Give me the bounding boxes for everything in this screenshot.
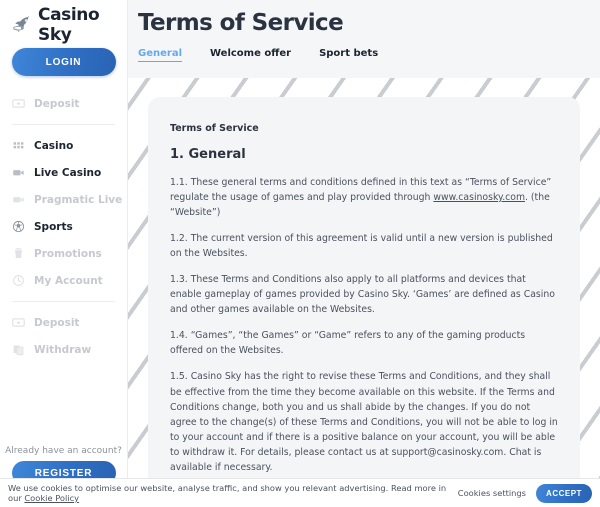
accept-cookies-button[interactable]: ACCEPT (536, 483, 592, 503)
sidebar-item-label: Deposit (34, 97, 80, 110)
cookies-settings-button[interactable]: Cookies settings (458, 488, 526, 498)
tab-general[interactable]: General (138, 48, 182, 62)
sidebar-item-pragmatic-live[interactable]: Pragmatic Live (0, 186, 127, 213)
terms-content-card: Terms of Service 1. General 1.1. These g… (148, 97, 580, 507)
sidebar-item-label: Withdraw (34, 343, 92, 356)
card-icon (12, 97, 25, 110)
sidebar-item-withdraw[interactable]: Withdraw (0, 336, 127, 363)
sidebar-item-deposit-bottom[interactable]: Deposit (0, 309, 127, 336)
sidebar: Casino Sky LOGIN Deposit Casino Live Cas… (0, 0, 128, 507)
clause-1-3: 1.3. These Terms and Conditions also app… (170, 274, 555, 316)
rocket-icon (13, 15, 30, 32)
clause-1-2: 1.2. The current version of this agreeme… (170, 233, 553, 260)
sidebar-item-label: My Account (34, 274, 103, 287)
casinosky-link[interactable]: www.casinosky.com (433, 192, 525, 203)
sidebar-item-deposit-top[interactable]: Deposit (0, 90, 127, 117)
sidebar-divider-2 (12, 301, 115, 302)
sidebar-item-label: Live Casino (34, 166, 102, 179)
sidebar-item-live-casino[interactable]: Live Casino (0, 159, 127, 186)
sidebar-divider-1 (12, 124, 115, 125)
content-kicker: Terms of Service (170, 123, 259, 134)
brand-logo[interactable]: Casino Sky (0, 0, 127, 45)
sidebar-nav: Deposit Casino Live Casino Pragmatic Liv… (0, 90, 127, 363)
tab-bar: General Welcome offer Sport bets (138, 48, 378, 62)
cookie-banner: We use cookies to optimise our website, … (0, 478, 600, 507)
grid-icon (12, 139, 25, 152)
login-button[interactable]: LOGIN (11, 48, 116, 76)
brand-name: Casino Sky (38, 5, 100, 45)
sidebar-item-promotions[interactable]: Promotions (0, 240, 127, 267)
tab-sport-bets[interactable]: Sport bets (319, 48, 378, 62)
gift-icon (12, 247, 25, 260)
page-header: Terms of Service General Welcome offer S… (128, 0, 600, 78)
soccer-ball-icon (12, 220, 25, 233)
sidebar-item-label: Deposit (34, 316, 80, 329)
sidebar-item-label: Casino (34, 139, 74, 152)
sidebar-item-label: Pragmatic Live (34, 193, 123, 206)
content-heading: 1. General (170, 147, 246, 162)
cookie-policy-link[interactable]: Cookie Policy (24, 493, 79, 503)
page-title: Terms of Service (138, 10, 344, 36)
sidebar-item-casino[interactable]: Casino (0, 132, 127, 159)
sidebar-item-sports[interactable]: Sports (0, 213, 127, 240)
clause-1-4: 1.4. “Games”, “the Games” or “Game” refe… (170, 330, 526, 357)
casino-sky-terms-page: Casino Sky LOGIN Deposit Casino Live Cas… (0, 0, 600, 507)
sidebar-item-label: Promotions (34, 247, 102, 260)
clause-1-5: 1.5. Casino Sky has the right to revise … (170, 371, 558, 473)
clause-1-1: 1.1. These general terms and conditions … (170, 175, 558, 220)
sidebar-item-my-account[interactable]: My Account (0, 267, 127, 294)
account-prompt: Already have an account? (5, 446, 122, 456)
clock-icon (12, 274, 25, 287)
cookie-message: We use cookies to optimise our website, … (8, 483, 458, 503)
video-icon (12, 166, 25, 179)
video-icon (12, 193, 25, 206)
copy-icon (12, 343, 25, 356)
sidebar-item-label: Sports (34, 220, 73, 233)
tab-welcome-offer[interactable]: Welcome offer (210, 48, 291, 62)
card-icon (12, 316, 25, 329)
